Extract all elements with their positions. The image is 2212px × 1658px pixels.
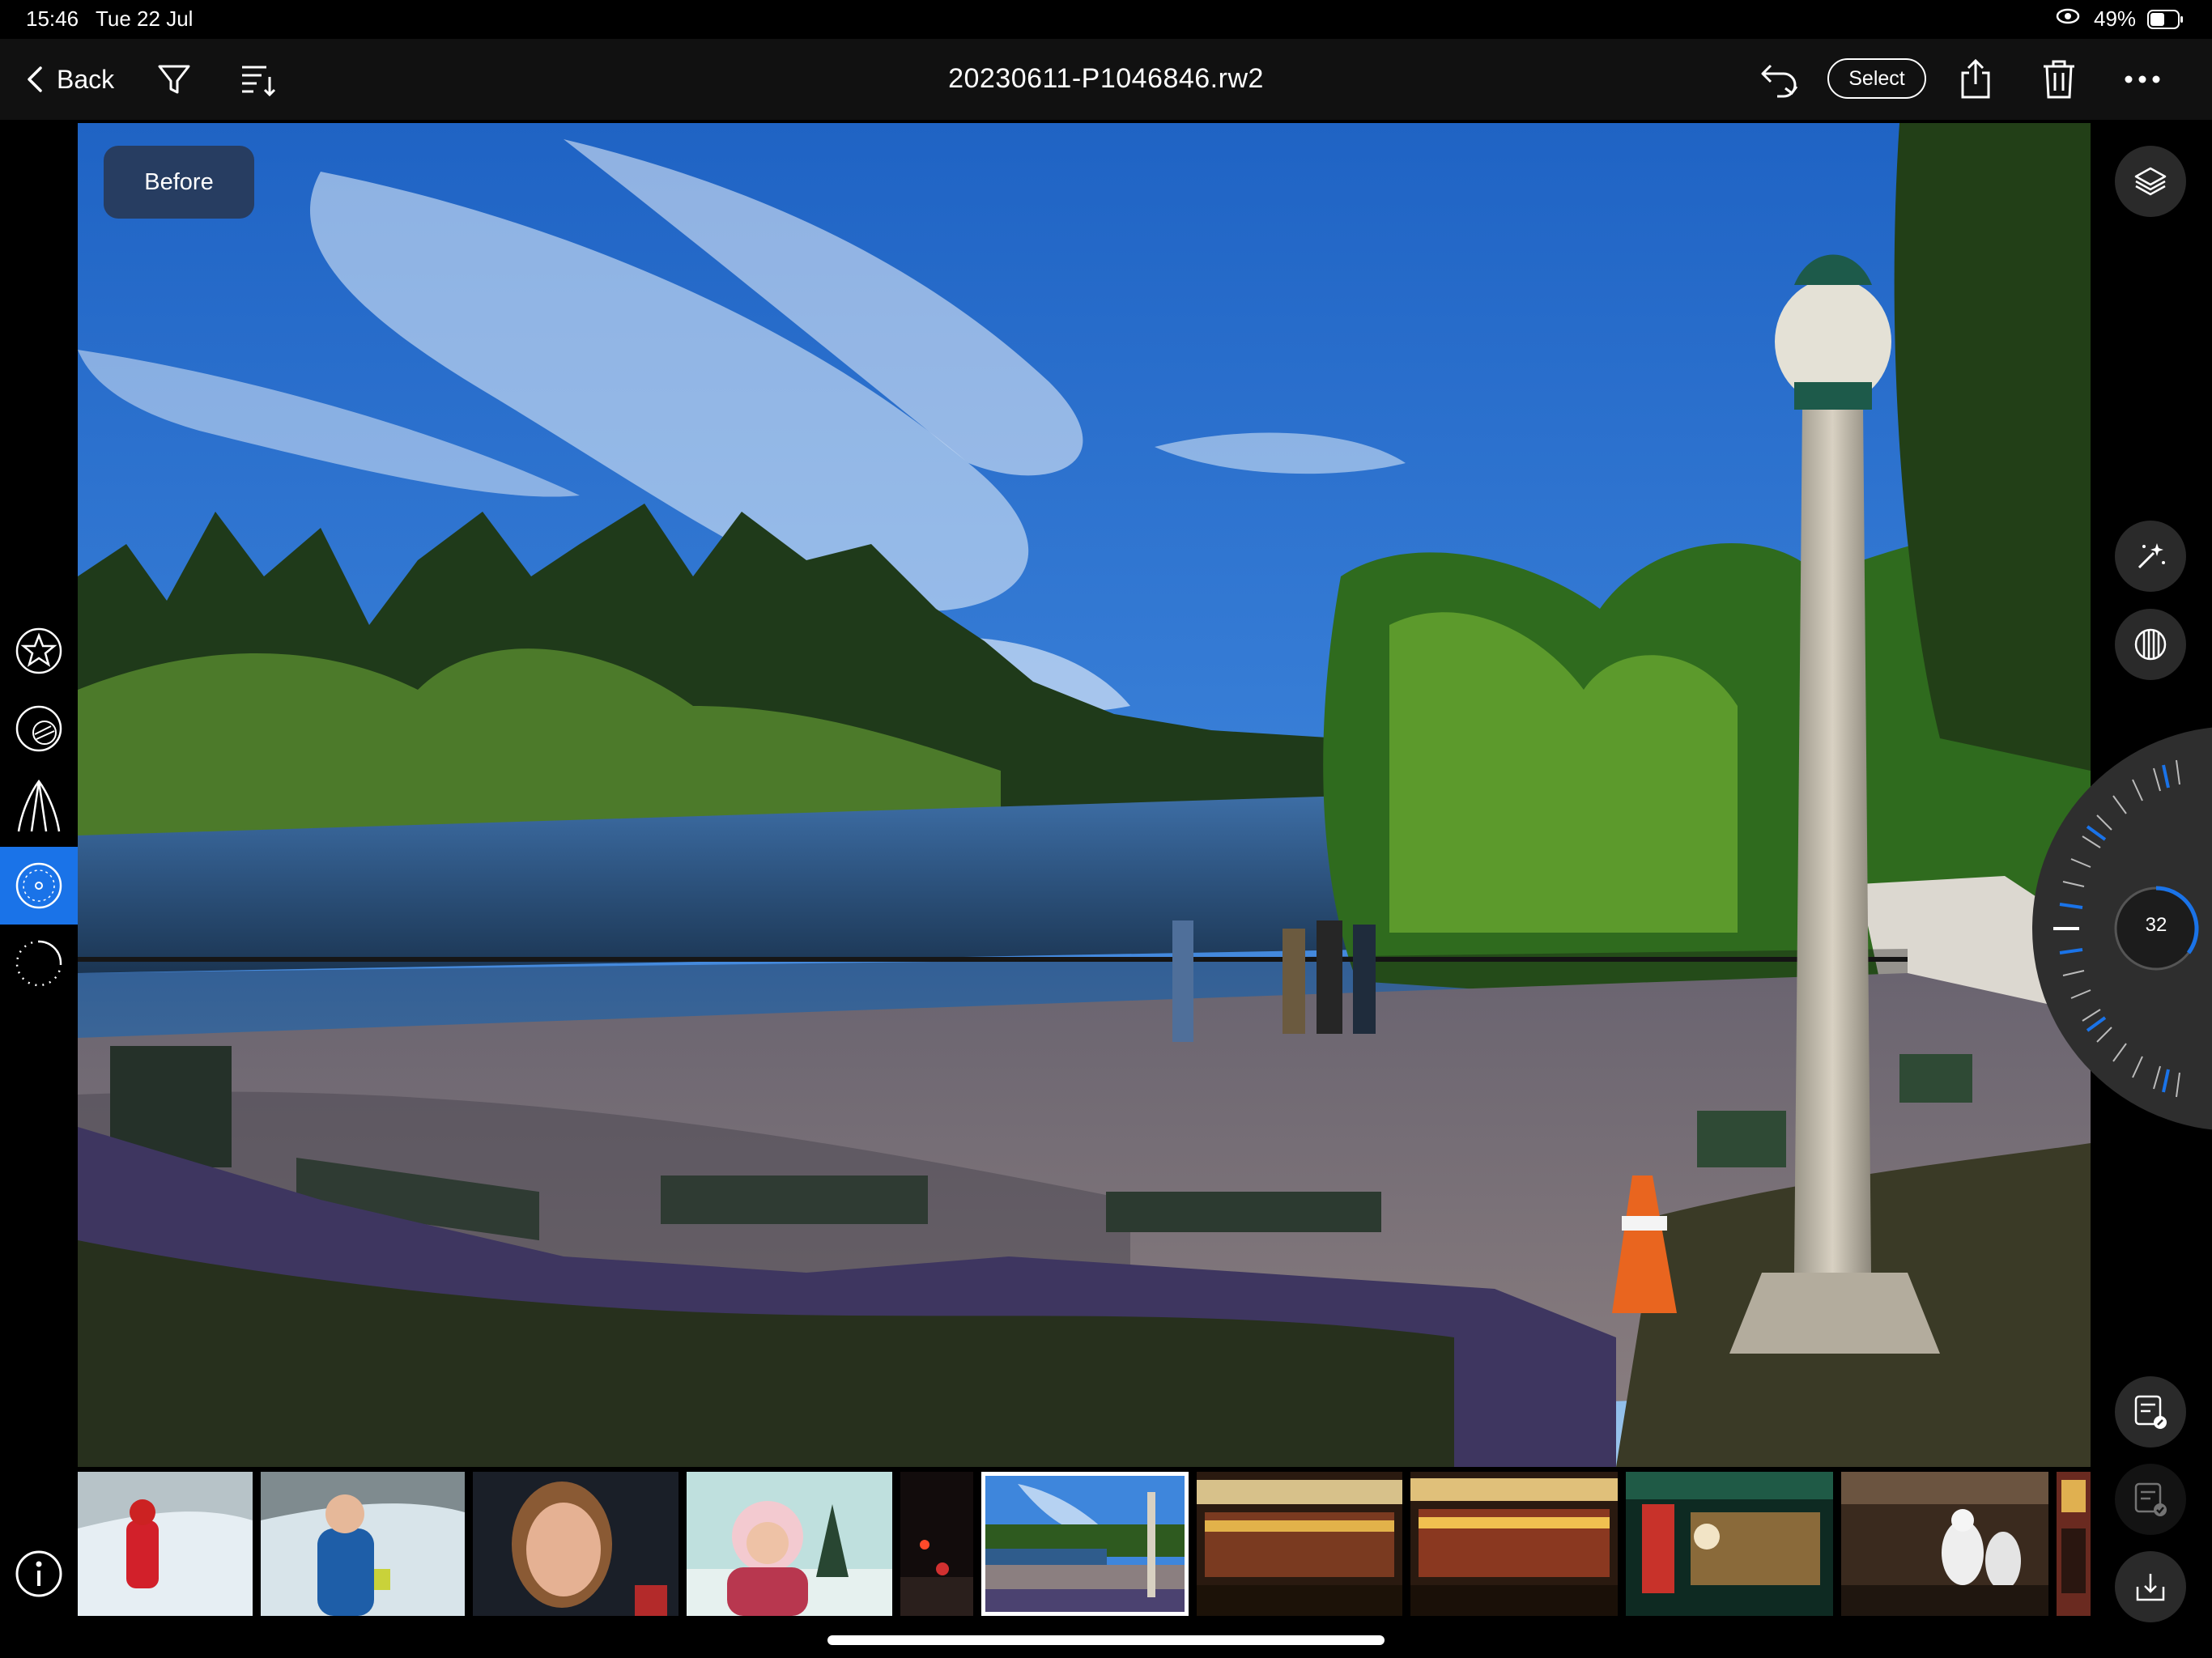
girl-portrait-photo: [473, 1472, 678, 1616]
thumbnail[interactable]: [1626, 1472, 1833, 1616]
geometry-tool[interactable]: [11, 779, 66, 834]
ellipsis-icon: [2125, 75, 2160, 83]
tone-circle-icon: [15, 705, 62, 752]
status-bar: 15:46 Tue 22 Jul 49%: [0, 0, 2212, 39]
status-time: 15:46: [26, 6, 79, 31]
share-icon: [1961, 58, 1990, 99]
park-lake-thumb: [985, 1476, 1185, 1612]
paste-adjustments-button[interactable]: [2115, 1464, 2186, 1535]
copy-adjustments-button[interactable]: [2115, 1376, 2186, 1448]
undo-button[interactable]: [1757, 57, 1802, 102]
battery-percent: 49%: [2094, 6, 2137, 31]
layers-icon: [2134, 167, 2167, 196]
paste-settings-icon: [2134, 1482, 2167, 1516]
striped-circle-icon: [2134, 628, 2167, 661]
snow-child-photo: [78, 1472, 253, 1616]
select-button[interactable]: Select: [1827, 58, 1926, 99]
radial-circle-icon: [15, 862, 62, 909]
more-button[interactable]: [2120, 57, 2165, 102]
delete-button[interactable]: [2036, 57, 2082, 102]
mask-button[interactable]: [2115, 609, 2186, 680]
effects-tool[interactable]: [11, 936, 66, 991]
partial-thumb-photo: [2057, 1472, 2091, 1616]
privacy-icon: [2055, 5, 2081, 33]
adjust-dial[interactable]: 32: [2031, 725, 2212, 1133]
star-circle-icon: [15, 627, 62, 674]
home-indicator: [827, 1635, 1385, 1645]
thumbnail[interactable]: [261, 1472, 465, 1616]
magic-wand-icon: [2138, 543, 2165, 569]
market-stall-photo: [1197, 1472, 1402, 1616]
thumbnail[interactable]: [1841, 1472, 2048, 1616]
thumbnail[interactable]: [1410, 1472, 1618, 1616]
thumbnail[interactable]: [1197, 1472, 1402, 1616]
thumbnail[interactable]: [687, 1472, 892, 1616]
local-adjust-tool[interactable]: [0, 847, 78, 925]
thumbnail[interactable]: [2057, 1472, 2091, 1616]
share-button[interactable]: [1953, 57, 1998, 102]
info-button[interactable]: [11, 1546, 66, 1601]
layers-button[interactable]: [2115, 146, 2186, 217]
dial-value: 32: [2145, 914, 2167, 936]
filmstrip: [78, 1472, 2091, 1616]
toddler-snow-photo: [687, 1472, 892, 1616]
shop-front-photo: [1626, 1472, 1833, 1616]
export-button[interactable]: [2115, 1551, 2186, 1622]
undo-icon: [1761, 64, 1798, 98]
dotted-circle-icon: [15, 940, 62, 987]
thumbnail[interactable]: [473, 1472, 678, 1616]
market-stall-photo-2: [1410, 1472, 1618, 1616]
perspective-icon: [17, 779, 61, 832]
edit-settings-icon: [2134, 1395, 2167, 1429]
thumbnail[interactable]: [78, 1472, 253, 1616]
night-street-photo: [900, 1472, 973, 1616]
thumbnail[interactable]: [900, 1472, 973, 1616]
snow-boy-photo: [261, 1472, 465, 1616]
color-tool[interactable]: [11, 701, 66, 756]
battery-icon: [2147, 10, 2184, 35]
status-date: Tue 22 Jul: [96, 6, 194, 31]
presets-tool[interactable]: [11, 623, 66, 678]
park-lake-photo: [78, 123, 2091, 1467]
trash-icon: [2044, 60, 2074, 99]
save-tray-icon: [2136, 1574, 2165, 1601]
noodle-shop-photo: [1841, 1472, 2048, 1616]
info-icon: [15, 1550, 62, 1597]
before-toggle[interactable]: Before: [104, 146, 254, 219]
top-toolbar: Back 20230611-P1046846.rw2 Select: [0, 39, 2212, 120]
photo-canvas[interactable]: Before: [78, 123, 2091, 1467]
auto-adjust-button[interactable]: [2115, 521, 2186, 592]
thumbnail-selected[interactable]: [981, 1472, 1189, 1616]
